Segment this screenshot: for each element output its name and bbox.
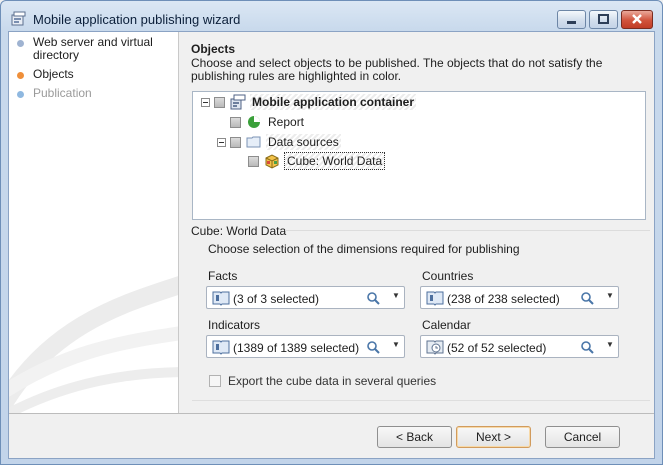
next-button[interactable]: Next >	[456, 426, 531, 448]
search-icon[interactable]	[366, 291, 380, 305]
chevron-down-icon[interactable]: ▼	[606, 340, 614, 349]
decorative-swirl-graphic	[9, 276, 178, 413]
tree-node-label: Mobile application container	[250, 94, 417, 110]
export-label: Export the cube data in several queries	[228, 374, 437, 388]
indicators-value: (1389 of 1389 selected)	[233, 341, 360, 355]
search-icon[interactable]	[366, 340, 380, 354]
steps-sidebar: Web server and virtual directory Objects…	[9, 32, 179, 413]
facts-combo[interactable]: (3 of 3 selected) ▼	[206, 286, 405, 309]
chevron-down-icon[interactable]: ▼	[606, 291, 614, 300]
step-indicator-icon	[17, 72, 24, 79]
tree-checkbox[interactable]	[214, 96, 225, 108]
section-description: Choose and select objects to be publishe…	[191, 56, 603, 83]
collapse-toggle-icon[interactable]	[201, 97, 210, 107]
cube-description: Choose selection of the dimensions requi…	[208, 242, 520, 256]
wizard-window: Mobile application publishing wizard Web…	[0, 0, 663, 465]
cube-icon	[265, 154, 279, 169]
section-divider	[192, 400, 650, 401]
wizard-body: Web server and virtual directory Objects…	[8, 31, 655, 459]
export-option[interactable]: Export the cube data in several queries	[209, 374, 436, 388]
step-indicator-icon	[17, 91, 24, 98]
step-indicator-icon	[17, 40, 24, 47]
close-window-button[interactable]	[621, 10, 653, 29]
wizard-footer: < Back Next > Cancel	[9, 413, 654, 458]
tree-checkbox[interactable]	[230, 136, 241, 148]
indicators-label: Indicators	[208, 318, 261, 332]
title-bar[interactable]: Mobile application publishing wizard	[1, 1, 662, 35]
calendar-label: Calendar	[422, 318, 471, 332]
tree-node-label: Cube: World Data	[284, 152, 386, 170]
maximize-button[interactable]	[589, 10, 618, 29]
step-publication: Publication	[17, 87, 158, 100]
report-icon	[248, 116, 260, 128]
step-label: Objects	[33, 67, 74, 81]
countries-label: Countries	[422, 269, 474, 283]
search-icon[interactable]	[580, 291, 594, 305]
tree-node-cube[interactable]: Cube: World Data	[248, 152, 386, 170]
indicators-combo[interactable]: (1389 of 1389 selected) ▼	[206, 335, 405, 358]
close-icon	[632, 14, 642, 24]
tree-node-label: Data sources	[266, 134, 341, 150]
cube-group-label: Cube: World Data	[191, 224, 287, 238]
objects-tree[interactable]: Mobile application container Report Data…	[192, 91, 646, 220]
dimension-icon	[212, 340, 230, 355]
minimize-button[interactable]	[557, 10, 586, 29]
collapse-toggle-icon[interactable]	[217, 137, 226, 147]
section-title: Objects	[191, 42, 236, 56]
tree-node-report[interactable]: Report	[230, 113, 306, 131]
step-label: Publication	[33, 86, 92, 100]
export-checkbox[interactable]	[209, 375, 221, 387]
countries-combo[interactable]: (238 of 238 selected) ▼	[420, 286, 619, 309]
group-divider	[285, 230, 650, 231]
tree-node-data-sources[interactable]: Data sources	[217, 133, 341, 151]
cancel-button[interactable]: Cancel	[545, 426, 620, 448]
calendar-value: (52 of 52 selected)	[447, 341, 547, 355]
step-web-server[interactable]: Web server and virtual directory	[17, 36, 158, 62]
tree-checkbox[interactable]	[248, 155, 259, 167]
facts-value: (3 of 3 selected)	[233, 292, 320, 306]
container-icon	[230, 94, 246, 110]
search-icon[interactable]	[580, 340, 594, 354]
facts-label: Facts	[208, 269, 238, 283]
dimension-icon	[212, 291, 230, 306]
tree-checkbox[interactable]	[230, 116, 241, 128]
chevron-down-icon[interactable]: ▼	[392, 340, 400, 349]
chevron-down-icon[interactable]: ▼	[392, 291, 400, 300]
folder-icon	[246, 136, 261, 148]
calendar-combo[interactable]: (52 of 52 selected) ▼	[420, 335, 619, 358]
minimize-icon	[567, 21, 576, 24]
dimension-icon	[426, 291, 444, 306]
step-label: Web server and virtual directory	[33, 35, 153, 62]
window-title: Mobile application publishing wizard	[33, 12, 241, 27]
maximize-icon	[598, 14, 609, 24]
calendar-dimension-icon	[426, 340, 444, 355]
objects-panel: Objects Choose and select objects to be …	[180, 32, 654, 413]
countries-value: (238 of 238 selected)	[447, 292, 560, 306]
tree-node-container[interactable]: Mobile application container	[201, 93, 417, 111]
wizard-app-icon	[11, 11, 26, 26]
back-button[interactable]: < Back	[377, 426, 452, 448]
step-objects[interactable]: Objects	[17, 68, 158, 81]
tree-node-label: Report	[268, 115, 305, 129]
